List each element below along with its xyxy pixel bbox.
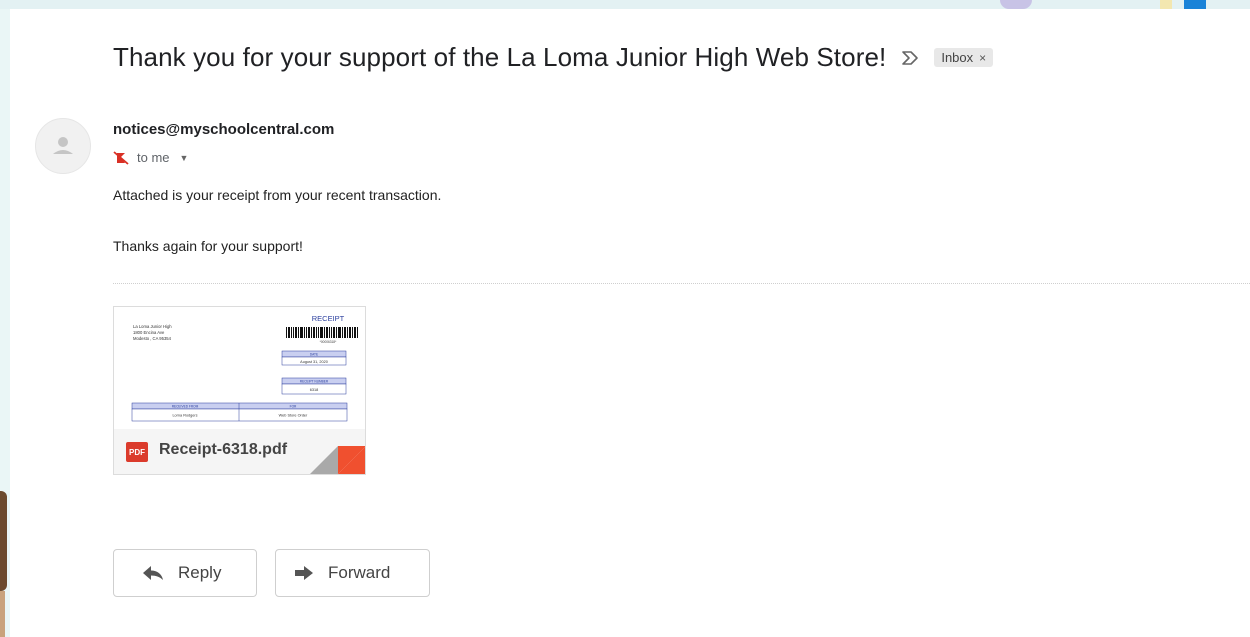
recipient-text: to me bbox=[137, 150, 170, 165]
receipt-preview-thumbnail: La Loma Junior High 1800 Encina Ave Mode… bbox=[114, 307, 365, 429]
reply-arrow-icon bbox=[143, 566, 163, 580]
for-label: FOR bbox=[290, 405, 297, 409]
background-photo-fragment bbox=[0, 491, 7, 591]
email-body-line: Attached is your receipt from your recen… bbox=[113, 187, 442, 203]
default-avatar-icon bbox=[35, 118, 91, 174]
tab-decoration bbox=[1184, 0, 1206, 9]
attachment-card[interactable]: La Loma Junior High 1800 Encina Ave Mode… bbox=[113, 306, 366, 475]
for-value: Web Store Order bbox=[279, 414, 308, 418]
page-fold-icon bbox=[310, 446, 365, 474]
email-subject-row: Thank you for your support of the La Lom… bbox=[113, 42, 994, 73]
label-name: Inbox bbox=[941, 50, 974, 65]
receipt-date-value: August 31, 2020 bbox=[300, 360, 328, 364]
importance-marker-icon[interactable] bbox=[900, 49, 922, 67]
notifications-off-icon[interactable] bbox=[113, 150, 129, 165]
received-from-value: Lorna Rodgers bbox=[172, 414, 197, 418]
recipient-row[interactable]: to me ▼ bbox=[113, 150, 188, 165]
receipt-date-label: DATE bbox=[310, 353, 318, 357]
forward-label: Forward bbox=[328, 563, 391, 582]
receipt-number-value: 6318 bbox=[310, 388, 318, 392]
remove-label-icon[interactable]: × bbox=[979, 51, 986, 65]
left-edge-strip bbox=[0, 9, 10, 637]
background-photo-fragment bbox=[0, 591, 5, 637]
receipt-title: RECEIPT bbox=[312, 314, 345, 323]
receipt-number-label: RECEIPT NUMBER bbox=[300, 380, 329, 384]
receipt-org-line: La Loma Junior High bbox=[133, 324, 172, 329]
tab-decoration bbox=[1160, 0, 1172, 9]
forward-arrow-icon bbox=[295, 566, 313, 580]
forward-button[interactable]: Forward bbox=[275, 549, 430, 597]
sender-email[interactable]: notices@myschoolcentral.com bbox=[113, 121, 334, 138]
attachment-file-name[interactable]: Receipt-6318.pdf bbox=[159, 441, 287, 459]
barcode-number: *00006318* bbox=[320, 340, 337, 344]
attachment-divider bbox=[113, 283, 1250, 284]
browser-top-strip bbox=[0, 0, 1250, 9]
reply-label: Reply bbox=[178, 563, 222, 582]
chevron-down-icon[interactable]: ▼ bbox=[180, 153, 189, 163]
barcode bbox=[286, 327, 358, 338]
email-body-line: Thanks again for your support! bbox=[113, 238, 303, 254]
receipt-org-line: 1800 Encina Ave bbox=[133, 330, 165, 335]
inbox-label-chip[interactable]: Inbox × bbox=[934, 48, 994, 67]
tab-decoration bbox=[1000, 0, 1032, 9]
reply-button[interactable]: Reply bbox=[113, 549, 257, 597]
pdf-file-icon: PDF bbox=[126, 442, 148, 462]
received-from-label: RECEIVED FROM bbox=[172, 405, 199, 409]
receipt-org-line: Modesto , CA 95354 bbox=[133, 336, 172, 341]
email-subject: Thank you for your support of the La Lom… bbox=[113, 42, 887, 72]
